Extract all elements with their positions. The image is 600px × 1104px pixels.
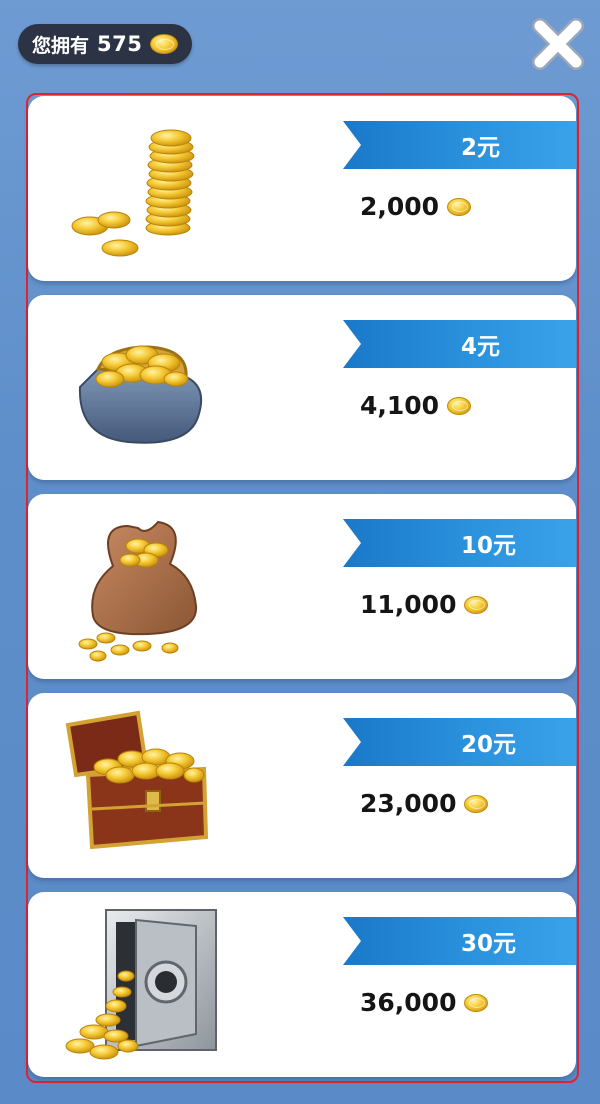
coin-icon (150, 34, 179, 54)
package-card-2yuan[interactable]: 2元 2,000 (28, 96, 576, 281)
coin-balance: 您拥有 575 (18, 24, 193, 64)
treasure-chest-icon (65, 710, 209, 850)
coin-sack-icon (78, 520, 198, 662)
price-ribbon: 10元 (343, 519, 576, 567)
coin-icon (464, 993, 489, 1012)
package-card-10yuan[interactable]: 10元 11,000 (28, 494, 576, 679)
price-ribbon: 30元 (343, 917, 576, 965)
coin-amount-value: 23,000 (360, 789, 457, 818)
package-card-20yuan[interactable]: 20元 23,000 (28, 693, 576, 878)
coin-icon (447, 197, 472, 216)
coin-amount-value: 2,000 (360, 192, 440, 221)
coin-stack-icon (71, 129, 195, 257)
coin-amount: 2,000 (360, 192, 472, 221)
price-label: 2元 (461, 135, 501, 161)
coin-icon (464, 595, 489, 614)
balance-label: 您拥有 (32, 34, 90, 57)
price-ribbon: 4元 (343, 320, 576, 368)
close-x-icon (532, 18, 584, 70)
coin-amount: 4,100 (360, 391, 472, 420)
package-card-30yuan[interactable]: 30元 36,000 (28, 892, 576, 1077)
coin-purse-icon (78, 345, 202, 444)
coin-amount: 36,000 (360, 988, 489, 1017)
package-card-4yuan[interactable]: 4元 4,100 (28, 295, 576, 480)
coin-amount-value: 4,100 (360, 391, 440, 420)
price-label: 30元 (461, 931, 517, 957)
coin-amount-value: 11,000 (360, 590, 457, 619)
coin-amount-value: 36,000 (360, 988, 457, 1017)
coin-icon (447, 396, 472, 415)
price-ribbon: 20元 (343, 718, 576, 766)
coin-amount: 23,000 (360, 789, 489, 818)
price-label: 20元 (461, 732, 517, 758)
balance-amount: 575 (97, 32, 143, 56)
coin-icon (464, 794, 489, 813)
price-label: 4元 (461, 334, 501, 360)
coin-amount: 11,000 (360, 590, 489, 619)
close-button[interactable] (526, 12, 590, 76)
price-ribbon: 2元 (343, 121, 576, 169)
price-label: 10元 (461, 533, 517, 559)
safe-vault-icon (65, 909, 217, 1060)
